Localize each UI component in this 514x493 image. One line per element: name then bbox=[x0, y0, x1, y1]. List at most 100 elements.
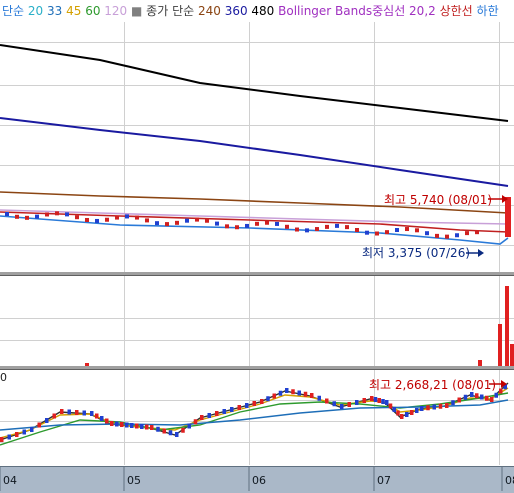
x-axis-label: 08 bbox=[505, 474, 514, 487]
legend-item: Bollinger Bands중심선 20,2 bbox=[274, 4, 435, 18]
candle bbox=[195, 217, 199, 222]
index-candle bbox=[400, 414, 404, 419]
legend-item: 60 bbox=[81, 4, 100, 18]
index-candle bbox=[266, 396, 270, 402]
volume-bar bbox=[498, 324, 502, 366]
index-candle bbox=[162, 428, 166, 434]
candle bbox=[465, 231, 469, 236]
legend-item: 단순 bbox=[2, 4, 24, 18]
index-candle bbox=[230, 407, 234, 412]
candle bbox=[385, 230, 389, 235]
candle bbox=[375, 231, 379, 236]
index-candle bbox=[145, 424, 149, 430]
volume-bar bbox=[510, 344, 514, 366]
index-candle bbox=[494, 392, 498, 398]
candle bbox=[505, 197, 511, 237]
candle bbox=[355, 228, 359, 233]
index-candle bbox=[252, 401, 256, 406]
volume-bar bbox=[478, 360, 482, 366]
index-candle bbox=[405, 412, 409, 417]
index-candle bbox=[332, 401, 336, 407]
index-candle bbox=[140, 424, 144, 429]
candle bbox=[155, 221, 159, 226]
chart-canvas[interactable]: 단순 20 33 45 60 120 ■ 종가 단순 240 360 480 B… bbox=[0, 0, 514, 493]
index-candle bbox=[67, 409, 71, 415]
index-candle bbox=[175, 432, 179, 437]
index-candle bbox=[317, 395, 321, 401]
x-axis-label: 06 bbox=[252, 474, 266, 487]
legend-item: ■ bbox=[127, 4, 142, 18]
candle bbox=[115, 215, 119, 220]
index-candle bbox=[237, 405, 241, 410]
candle bbox=[45, 212, 49, 217]
index-candle bbox=[490, 397, 494, 402]
candle bbox=[65, 212, 69, 217]
index-candle bbox=[15, 432, 19, 437]
index-candle bbox=[445, 403, 449, 408]
candle bbox=[135, 215, 139, 220]
panel-separator-1[interactable] bbox=[0, 272, 514, 275]
candle bbox=[265, 220, 269, 225]
index-candle bbox=[362, 398, 366, 403]
index-candle bbox=[150, 425, 154, 430]
index-candle bbox=[30, 427, 34, 432]
index-candle bbox=[370, 396, 374, 401]
index-high-annotation-label: 최고 2,668,21 (08/01) bbox=[369, 378, 496, 392]
candle bbox=[365, 230, 369, 235]
index-candle bbox=[115, 421, 119, 427]
candle bbox=[95, 218, 99, 223]
index-candle bbox=[470, 392, 474, 397]
candle bbox=[335, 223, 339, 228]
index-candle bbox=[207, 413, 211, 418]
index-candle bbox=[410, 410, 414, 415]
candle bbox=[315, 227, 319, 232]
index-candle bbox=[168, 430, 173, 436]
x-axis-label: 05 bbox=[127, 474, 141, 487]
index-candle bbox=[396, 410, 400, 416]
candle bbox=[415, 228, 419, 233]
legend-item: 240 bbox=[194, 4, 221, 18]
index-candle bbox=[373, 397, 378, 402]
candle bbox=[175, 220, 179, 225]
index-candle bbox=[310, 393, 314, 398]
candle bbox=[255, 221, 259, 226]
candle bbox=[5, 212, 9, 216]
index-candle bbox=[291, 389, 295, 395]
candle bbox=[185, 218, 189, 223]
index-candle bbox=[75, 410, 79, 415]
high-annotation-label: 최고 5,740 (08/01) bbox=[384, 193, 492, 207]
legend-item: 360 bbox=[221, 4, 248, 18]
candle bbox=[395, 228, 399, 233]
index-candle bbox=[285, 388, 289, 393]
panel-separator-2[interactable] bbox=[0, 366, 514, 369]
index-candle bbox=[156, 426, 160, 432]
index-candle bbox=[426, 405, 430, 411]
index-candle bbox=[377, 398, 381, 403]
index-high-annotation: 최고 2,668,21 (08/01) bbox=[369, 378, 507, 392]
index-candle bbox=[381, 399, 385, 404]
index-candle bbox=[193, 419, 198, 425]
candle bbox=[295, 227, 299, 232]
index-candle bbox=[325, 398, 329, 404]
candle bbox=[145, 218, 149, 223]
index-candle bbox=[438, 403, 443, 409]
index-candle bbox=[105, 418, 109, 424]
high-annotation: 최고 5,740 (08/01) bbox=[384, 193, 508, 207]
index-candle bbox=[215, 411, 219, 416]
candle bbox=[245, 223, 249, 228]
candle bbox=[225, 224, 229, 229]
x-axis-label: 07 bbox=[377, 474, 391, 487]
index-candle bbox=[110, 421, 114, 426]
candle bbox=[75, 215, 79, 220]
index-candle bbox=[37, 422, 41, 428]
candle bbox=[105, 217, 109, 222]
index-candle bbox=[388, 403, 393, 409]
moving-average-legend: 단순 20 33 45 60 120 ■ 종가 단순 240 360 480 B… bbox=[2, 4, 499, 18]
x-axis-label: 04 bbox=[3, 474, 17, 487]
candle bbox=[235, 225, 239, 230]
low-annotation-label: 최저 3,375 (07/26) bbox=[362, 246, 470, 260]
index-candle bbox=[0, 437, 4, 442]
legend-item: 45 bbox=[62, 4, 81, 18]
index-candle bbox=[125, 422, 129, 428]
candle bbox=[165, 222, 169, 227]
